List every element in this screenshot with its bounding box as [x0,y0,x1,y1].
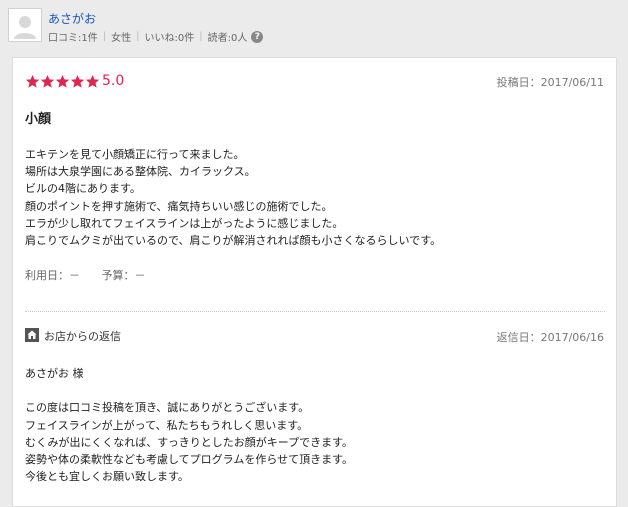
review-body-line: エラが少し取れてフェイスラインは上がったように感じました。 [25,216,344,230]
reviewer-name-link[interactable]: あさがお [48,10,96,27]
review-title: 小顔 [25,112,52,127]
reply-body-line: 姿勢や体の柔軟性なども考慮してプログラムを作らせて頂きます。 [25,453,354,466]
review-count: 口コミ:1件 [48,33,98,44]
reader-count: 読者:0人 [207,33,248,44]
shop-reply-body: あさがお 様この度は口コミ投稿を頂き、誠にありがとうございます。 フェイスラインが… [25,365,585,485]
reply-body-line: むくみが出にくくなれば、すっきりとしたお顔がキープできます。 [25,435,354,449]
reply-body-line: 今後とも宜しくお願い致します。 [25,470,189,484]
review-card: 5.0 投稿日：2017/06/11 小顔 エキテンを見て小顔矯正に行って来まし… [12,57,617,507]
section-divider [25,311,605,312]
home-icon [25,328,39,342]
rating-score: 5.0 [102,72,125,89]
gender: 女性 [111,33,132,44]
review-body-line: ビルの4階にあります。 [25,182,141,196]
star-icon [85,74,100,88]
question-circle-icon[interactable]: ? [251,30,264,43]
usage-date: 利用日：－ [25,269,80,282]
review-meta: 利用日：－ 予算：－ [25,267,146,283]
star-icon [40,74,55,88]
reply-body-line [25,382,585,399]
reply-date: 返信日：2017/06/16 [496,331,604,344]
budget: 予算：－ [101,269,146,282]
stats-separator: | [136,31,140,42]
shop-reply-label: お店からの返信 [44,330,121,343]
reviewer-stats: 口コミ:1件 | 女性 | いいね:0件 | 読者:0人 ? [48,29,264,44]
review-body-line: 肩こりでムクミが出ているので、肩こりが解消されれば顔も小さくなるらしいです。 [25,234,442,248]
star-rating: 5.0 [25,71,124,90]
reply-body-line: この度は口コミ投稿を頂き、誠にありがとうございます。 [25,401,310,415]
review-body-line: 顔のポイントを押す施術で、痛気持ちいい感じの施術でした。 [25,199,333,213]
reply-body-line: フェイスラインが上がって、私たちもうれしく思います。 [25,418,309,432]
review-body-line: 場所は大泉学園にある整体院、カイラックス。 [25,165,256,179]
stars-container [25,71,100,90]
review-body: エキテンを見て小顔矯正に行って来ました。 場所は大泉学園にある整体院、カイラックス… [25,146,585,249]
reply-body-line: あさがお 様 [25,367,84,380]
stats-separator: | [102,31,107,42]
reviewer-header: あさがお 口コミ:1件 | 女性 | いいね:0件 | 読者:0人 ? [0,0,628,50]
star-icon [70,74,85,88]
star-icon [55,74,70,88]
user-silhouette-icon [9,9,41,41]
like-count: いいね:0件 [144,33,195,44]
review-body-line: エキテンを見て小顔矯正に行って来ました。 [25,148,245,161]
posted-date: 投稿日：2017/06/11 [496,76,604,89]
avatar[interactable] [8,8,42,42]
stats-separator: | [199,31,203,42]
star-icon [25,74,40,88]
